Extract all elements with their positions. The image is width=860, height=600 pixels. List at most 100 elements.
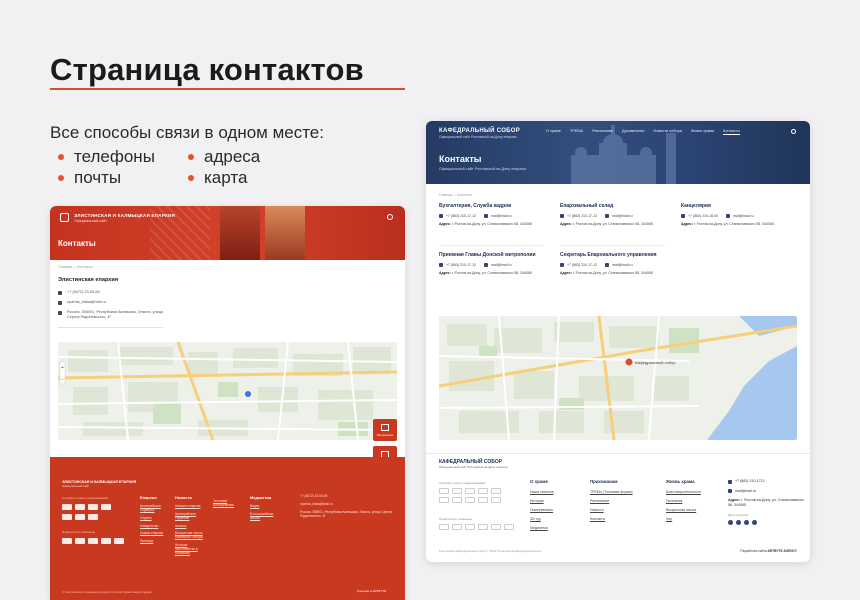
- phone-row[interactable]: +7 (8472) 23-05-69: [58, 290, 100, 295]
- phone-link[interactable]: +7 (863) 210-17-12: [446, 214, 476, 218]
- footer-contacts: +7 (8472) 23-05-69 eparhia_elista@mail.r…: [300, 494, 392, 518]
- contacts-page-heading: Контакты: [439, 154, 482, 164]
- footer-link[interactable]: Расписание: [590, 499, 633, 503]
- footer-link[interactable]: ТРЕБЫ (Толковая форма): [590, 490, 633, 494]
- dev-credit[interactable]: Сделано в ARTBYTE: [357, 589, 386, 593]
- map-widget[interactable]: + −: [58, 342, 397, 440]
- footer-link[interactable]: Богослужебные записи: [250, 512, 278, 521]
- share-icon: [62, 538, 72, 544]
- email-link[interactable]: mail@mail.ru: [491, 263, 511, 267]
- phone-link[interactable]: +7 (863) 210-17-12: [446, 263, 476, 267]
- footer-link[interactable]: Воскресная школа Казанского собора: [175, 532, 203, 540]
- footer-link[interactable]: Тестовый Богослужение: [213, 499, 241, 508]
- breadcrumb[interactable]: Главная — Контакты: [58, 265, 93, 269]
- social-icons[interactable]: [728, 519, 806, 525]
- share-icon: [101, 538, 111, 544]
- mail-icon: [728, 489, 732, 494]
- nav-item-active[interactable]: Контакты: [723, 129, 740, 135]
- nav-item[interactable]: О храме: [546, 129, 561, 135]
- footer-link[interactable]: Священство: [140, 524, 168, 529]
- nav-item[interactable]: ТРЕБЫ: [570, 129, 583, 135]
- share-icons[interactable]: [62, 538, 124, 544]
- footer-link[interactable]: Медиатека: [530, 526, 554, 530]
- search-icon[interactable]: [791, 129, 796, 134]
- svg-text:Кафедральный собор: Кафедральный собор: [635, 360, 676, 365]
- ok-icon: [752, 519, 757, 525]
- footer-link[interactable]: Приходы: [140, 539, 168, 544]
- contact-block: Епархиальный склад +7 (863) 210-17-12 mai…: [560, 203, 653, 226]
- card-icon: [491, 497, 501, 503]
- contact-block: Бухгалтерия, Служба кадров +7 (863) 210-…: [439, 203, 532, 226]
- bullet-dot-icon: [188, 175, 194, 181]
- share-icons[interactable]: [439, 524, 514, 530]
- footer-link[interactable]: История христианства в Калмыкии: [175, 543, 203, 556]
- footer-link[interactable]: Видео: [250, 504, 278, 509]
- footer-col: Епархия Архиерейское Подворье Отделы Свя…: [140, 495, 168, 548]
- phone-link[interactable]: +7 (863) 210-17-12: [567, 214, 597, 218]
- nav-item[interactable]: Жизнь храма: [691, 129, 714, 135]
- org-name: Элистинская епархия: [58, 277, 119, 283]
- share-icon: [491, 524, 501, 530]
- email-link[interactable]: mail@mail.ru: [491, 214, 511, 218]
- site-brand[interactable]: КАФЕДРАЛЬНЫЙ СОБОР: [439, 128, 520, 134]
- divider: [58, 327, 163, 328]
- logo-icon[interactable]: [60, 213, 69, 222]
- map-pin-icon: [625, 358, 633, 366]
- footer-link[interactable]: Архиерейское Подворье: [140, 504, 168, 513]
- title-underline: [50, 88, 405, 90]
- telegram-icon: [744, 519, 749, 525]
- email-link[interactable]: mail@mail.ru: [612, 214, 632, 218]
- footer-link[interactable]: 3D тур: [530, 517, 554, 521]
- payment-icons: [62, 504, 111, 510]
- email-link[interactable]: mail@mail.ru: [612, 263, 632, 267]
- copyright[interactable]: Ростовский кафедральный собор © 2022 Пол…: [439, 549, 541, 553]
- footer-link[interactable]: История: [530, 499, 554, 503]
- footer-link[interactable]: Храмы епархии: [140, 532, 168, 536]
- phone-link[interactable]: +7 (863) 210-18-00: [688, 214, 718, 218]
- svg-text:+: +: [61, 365, 64, 371]
- dev-credit[interactable]: Разработка сайта ARTBYTE AGENCY: [740, 549, 797, 553]
- map-widget[interactable]: Кафедральный собор: [439, 316, 797, 440]
- map-canvas[interactable]: + −: [58, 342, 397, 440]
- search-icon[interactable]: [387, 214, 393, 220]
- footer-link[interactable]: Новости: [590, 508, 633, 512]
- phone-link[interactable]: +7 (863) 210-1712: [735, 479, 765, 484]
- footer-link[interactable]: Отделы: [140, 516, 168, 521]
- footer-link[interactable]: Архиерейское служение: [175, 512, 203, 521]
- phone-icon: [58, 290, 62, 295]
- footer-link[interactable]: Благотворительность: [666, 490, 701, 494]
- site-brand[interactable]: ЭЛИСТИНСКАЯ И КАЛМЫЦКАЯ ЕПАРХИЯ: [74, 213, 175, 218]
- footer-link[interactable]: Воскресная школа: [666, 508, 701, 512]
- card-icon: [465, 488, 475, 494]
- footer-link[interactable]: Новости епархии: [175, 504, 203, 509]
- contacts-page-heading: Контакты: [58, 239, 96, 248]
- email-row[interactable]: eparhia_elista@mail.ru: [58, 300, 106, 305]
- footer-link[interactable]: Хор: [666, 517, 701, 521]
- contact-block: Секретарь Епархиального управления +7 (8…: [560, 252, 657, 275]
- email-link[interactable]: mail@mail.ru: [735, 489, 756, 494]
- card-icon: [75, 514, 85, 520]
- card-icon: [452, 488, 462, 494]
- page-subtitle: Все способы связи в одном месте:: [50, 123, 324, 142]
- footer-link[interactable]: Контакты: [590, 517, 633, 521]
- email-link[interactable]: mail@mail.ru: [733, 214, 753, 218]
- bullet-dot-icon: [58, 175, 64, 181]
- footer-link[interactable]: Пожертвовать: [530, 508, 554, 512]
- nav-item[interactable]: Новости собора: [653, 129, 681, 135]
- vk-icon: [728, 519, 733, 525]
- list-item: почты: [58, 168, 188, 188]
- footer-link[interactable]: Паломник: [666, 499, 701, 503]
- breadcrumb[interactable]: Главная — Контакты: [439, 193, 472, 197]
- nav-item[interactable]: Расписание: [592, 129, 613, 135]
- card-icon: [439, 488, 449, 494]
- schedule-side-button[interactable]: Расписание: [373, 419, 397, 441]
- map-canvas[interactable]: Кафедральный собор: [439, 316, 797, 440]
- page-title: Страница контактов: [50, 52, 364, 87]
- share-icon: [439, 524, 449, 530]
- nav-item[interactable]: Духовенство: [622, 129, 644, 135]
- footer-link[interactable]: Наша святыня: [530, 490, 554, 494]
- list-item: адреса: [188, 147, 298, 167]
- phone-link[interactable]: +7 (863) 210-17-12: [567, 263, 597, 267]
- footer-link[interactable]: Анонсы: [175, 524, 203, 529]
- pay-label: Способы оплаты пожертвований: [439, 481, 485, 485]
